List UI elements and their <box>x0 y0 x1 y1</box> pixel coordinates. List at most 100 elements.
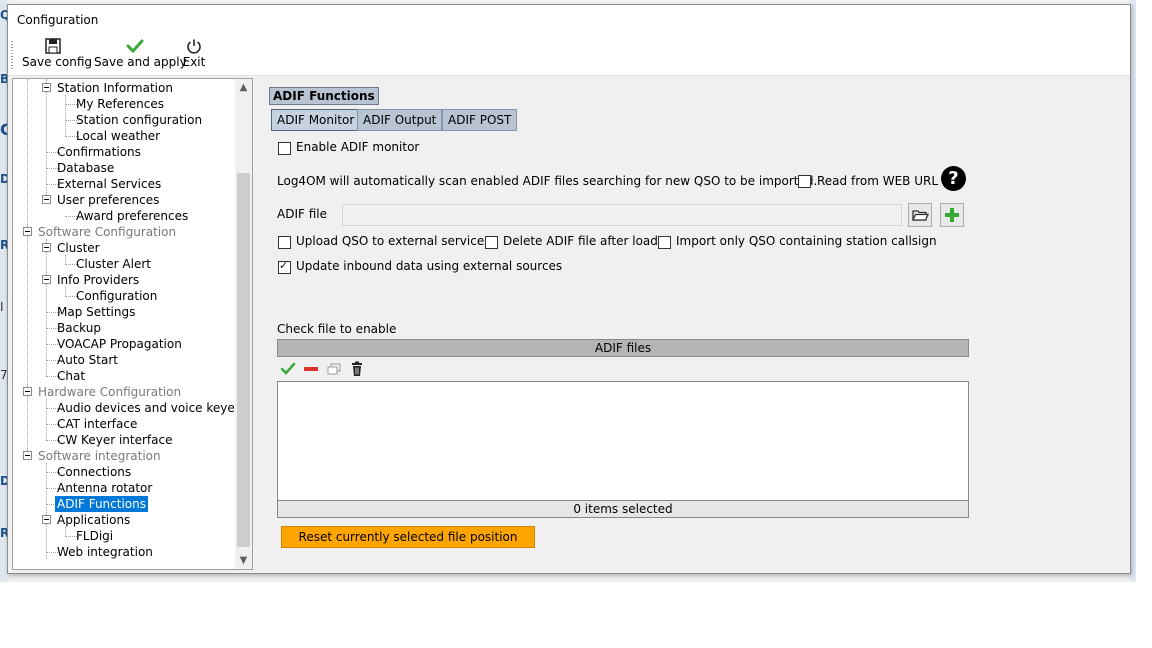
tree-item-audio-devices[interactable]: Audio devices and voice keyer <box>55 400 242 416</box>
tree-guide-line <box>46 463 47 559</box>
tree-guide-line <box>46 239 47 375</box>
tree-item-info-configuration[interactable]: Configuration <box>74 288 159 304</box>
title-bar: Configuration <box>8 5 1130 35</box>
add-file-button[interactable] <box>940 203 964 227</box>
tree-item-station-information[interactable]: Station Information <box>55 80 175 96</box>
import-only-station-checkbox[interactable] <box>658 236 671 249</box>
tab-adif-monitor[interactable]: ADIF Monitor <box>271 109 361 131</box>
collapse-icon[interactable] <box>42 275 51 284</box>
tree-item-antenna-rotator[interactable]: Antenna rotator <box>55 480 154 496</box>
tree-item-cluster-alert[interactable]: Cluster Alert <box>74 256 153 272</box>
save-and-apply-button[interactable]: Save and apply <box>94 37 187 73</box>
settings-tree[interactable]: Station Information My References Statio… <box>12 78 253 570</box>
tree-item-database[interactable]: Database <box>55 160 116 176</box>
tree-item-cluster[interactable]: Cluster <box>55 240 102 256</box>
section-title: ADIF Functions <box>269 87 379 105</box>
adif-file-label: ADIF file <box>277 207 327 221</box>
background-app-left-edge <box>0 0 7 582</box>
scrollbar-thumb[interactable] <box>237 173 250 547</box>
save-config-label: Save config <box>22 55 92 69</box>
description-text: Log4OM will automatically scan enabled A… <box>277 174 818 188</box>
enable-check-icon[interactable] <box>280 361 296 377</box>
tree-item-connections[interactable]: Connections <box>55 464 133 480</box>
browse-folder-button[interactable] <box>908 203 932 227</box>
exit-label: Exit <box>182 55 206 69</box>
collapse-icon[interactable] <box>23 451 32 460</box>
tree-guide-line <box>65 255 66 263</box>
tree-item-map-settings[interactable]: Map Settings <box>55 304 137 320</box>
tree-item-info-providers[interactable]: Info Providers <box>55 272 141 288</box>
adif-files-header: ADIF files <box>277 339 969 357</box>
floppy-disk-icon <box>45 38 61 54</box>
tree-item-chat[interactable]: Chat <box>55 368 87 384</box>
tree-item-cw-keyer-interface[interactable]: CW Keyer interface <box>55 432 174 448</box>
collapse-icon[interactable] <box>42 195 51 204</box>
scroll-down-arrow-icon[interactable]: ▼ <box>235 552 252 569</box>
trash-icon[interactable] <box>349 361 365 377</box>
configuration-dialog: Configuration Save config Save and apply… <box>7 4 1131 574</box>
collapse-icon[interactable] <box>42 83 51 92</box>
enable-adif-monitor-label: Enable ADIF monitor <box>296 140 420 154</box>
copy-window-icon[interactable] <box>326 361 342 377</box>
tree-scrollbar[interactable]: ▲ ▼ <box>235 79 252 569</box>
adif-file-input[interactable] <box>342 204 902 226</box>
tree-item-station-configuration[interactable]: Station configuration <box>74 112 204 128</box>
collapse-icon[interactable] <box>23 227 32 236</box>
tree-item-applications[interactable]: Applications <box>55 512 132 528</box>
delete-after-load-checkbox[interactable] <box>485 236 498 249</box>
check-file-label: Check file to enable <box>277 322 397 336</box>
tree-item-local-weather[interactable]: Local weather <box>74 128 162 144</box>
green-plus-icon <box>945 208 959 222</box>
tree-item-external-services[interactable]: External Services <box>55 176 163 192</box>
tree-guide-line <box>65 287 66 295</box>
tree-item-cat-interface[interactable]: CAT interface <box>55 416 139 432</box>
tree-item-fldigi[interactable]: FLDigi <box>74 528 115 544</box>
tree-guide-line <box>27 79 28 459</box>
tree-guide-line <box>65 95 66 135</box>
upload-qso-label: Upload QSO to external services <box>296 234 491 248</box>
tree-guide-line <box>46 399 47 439</box>
window-title: Configuration <box>17 13 99 27</box>
toolbar-grip <box>11 41 13 69</box>
tree-category-hardware-configuration[interactable]: Hardware Configuration <box>36 384 183 400</box>
tree-item-backup[interactable]: Backup <box>55 320 103 336</box>
power-icon <box>187 39 201 54</box>
read-from-web-url-checkbox[interactable] <box>798 175 811 188</box>
enable-adif-monitor-checkbox[interactable] <box>278 142 291 155</box>
collapse-icon[interactable] <box>23 387 32 396</box>
tree-item-voacap-propagation[interactable]: VOACAP Propagation <box>55 336 184 352</box>
tree-category-software-integration[interactable]: Software integration <box>36 448 163 464</box>
folder-open-icon <box>911 210 930 221</box>
delete-after-load-label: Delete ADIF file after load <box>503 234 658 248</box>
tree-category-software-configuration[interactable]: Software Configuration <box>36 224 178 240</box>
update-inbound-checkbox[interactable] <box>278 259 291 274</box>
toolbar: Save config Save and apply Exit <box>8 35 1130 76</box>
remove-minus-icon[interactable] <box>303 361 319 377</box>
tree-guide-line <box>65 527 66 535</box>
tree-guide-line <box>46 79 47 199</box>
scroll-up-arrow-icon[interactable]: ▲ <box>235 79 252 96</box>
tree-item-auto-start[interactable]: Auto Start <box>55 352 120 368</box>
update-inbound-label: Update inbound data using external sourc… <box>296 259 563 273</box>
green-check-icon <box>126 39 144 54</box>
files-status: 0 items selected <box>277 500 969 518</box>
read-from-web-url-label: Read from WEB URL <box>817 174 939 188</box>
adif-files-list[interactable] <box>277 381 969 501</box>
tree-item-award-preferences[interactable]: Award preferences <box>74 208 190 224</box>
tree-item-web-integration[interactable]: Web integration <box>55 544 155 560</box>
tree-item-adif-functions[interactable]: ADIF Functions <box>55 496 148 512</box>
tab-adif-output[interactable]: ADIF Output <box>357 109 443 131</box>
upload-qso-checkbox[interactable] <box>278 236 291 249</box>
reset-file-position-button[interactable]: Reset currently selected file position <box>281 526 535 548</box>
import-only-station-label: Import only QSO containing station calls… <box>676 234 937 248</box>
tree-item-my-references[interactable]: My References <box>74 96 166 112</box>
tree-item-user-preferences[interactable]: User preferences <box>55 192 161 208</box>
tab-adif-post[interactable]: ADIF POST <box>442 109 518 131</box>
tree-item-confirmations[interactable]: Confirmations <box>55 144 143 160</box>
exit-button[interactable]: Exit <box>182 37 206 73</box>
save-and-apply-label: Save and apply <box>94 55 187 69</box>
help-icon[interactable]: ? <box>941 166 966 191</box>
collapse-icon[interactable] <box>42 243 51 252</box>
collapse-icon[interactable] <box>42 515 51 524</box>
save-config-button[interactable]: Save config <box>22 37 92 73</box>
